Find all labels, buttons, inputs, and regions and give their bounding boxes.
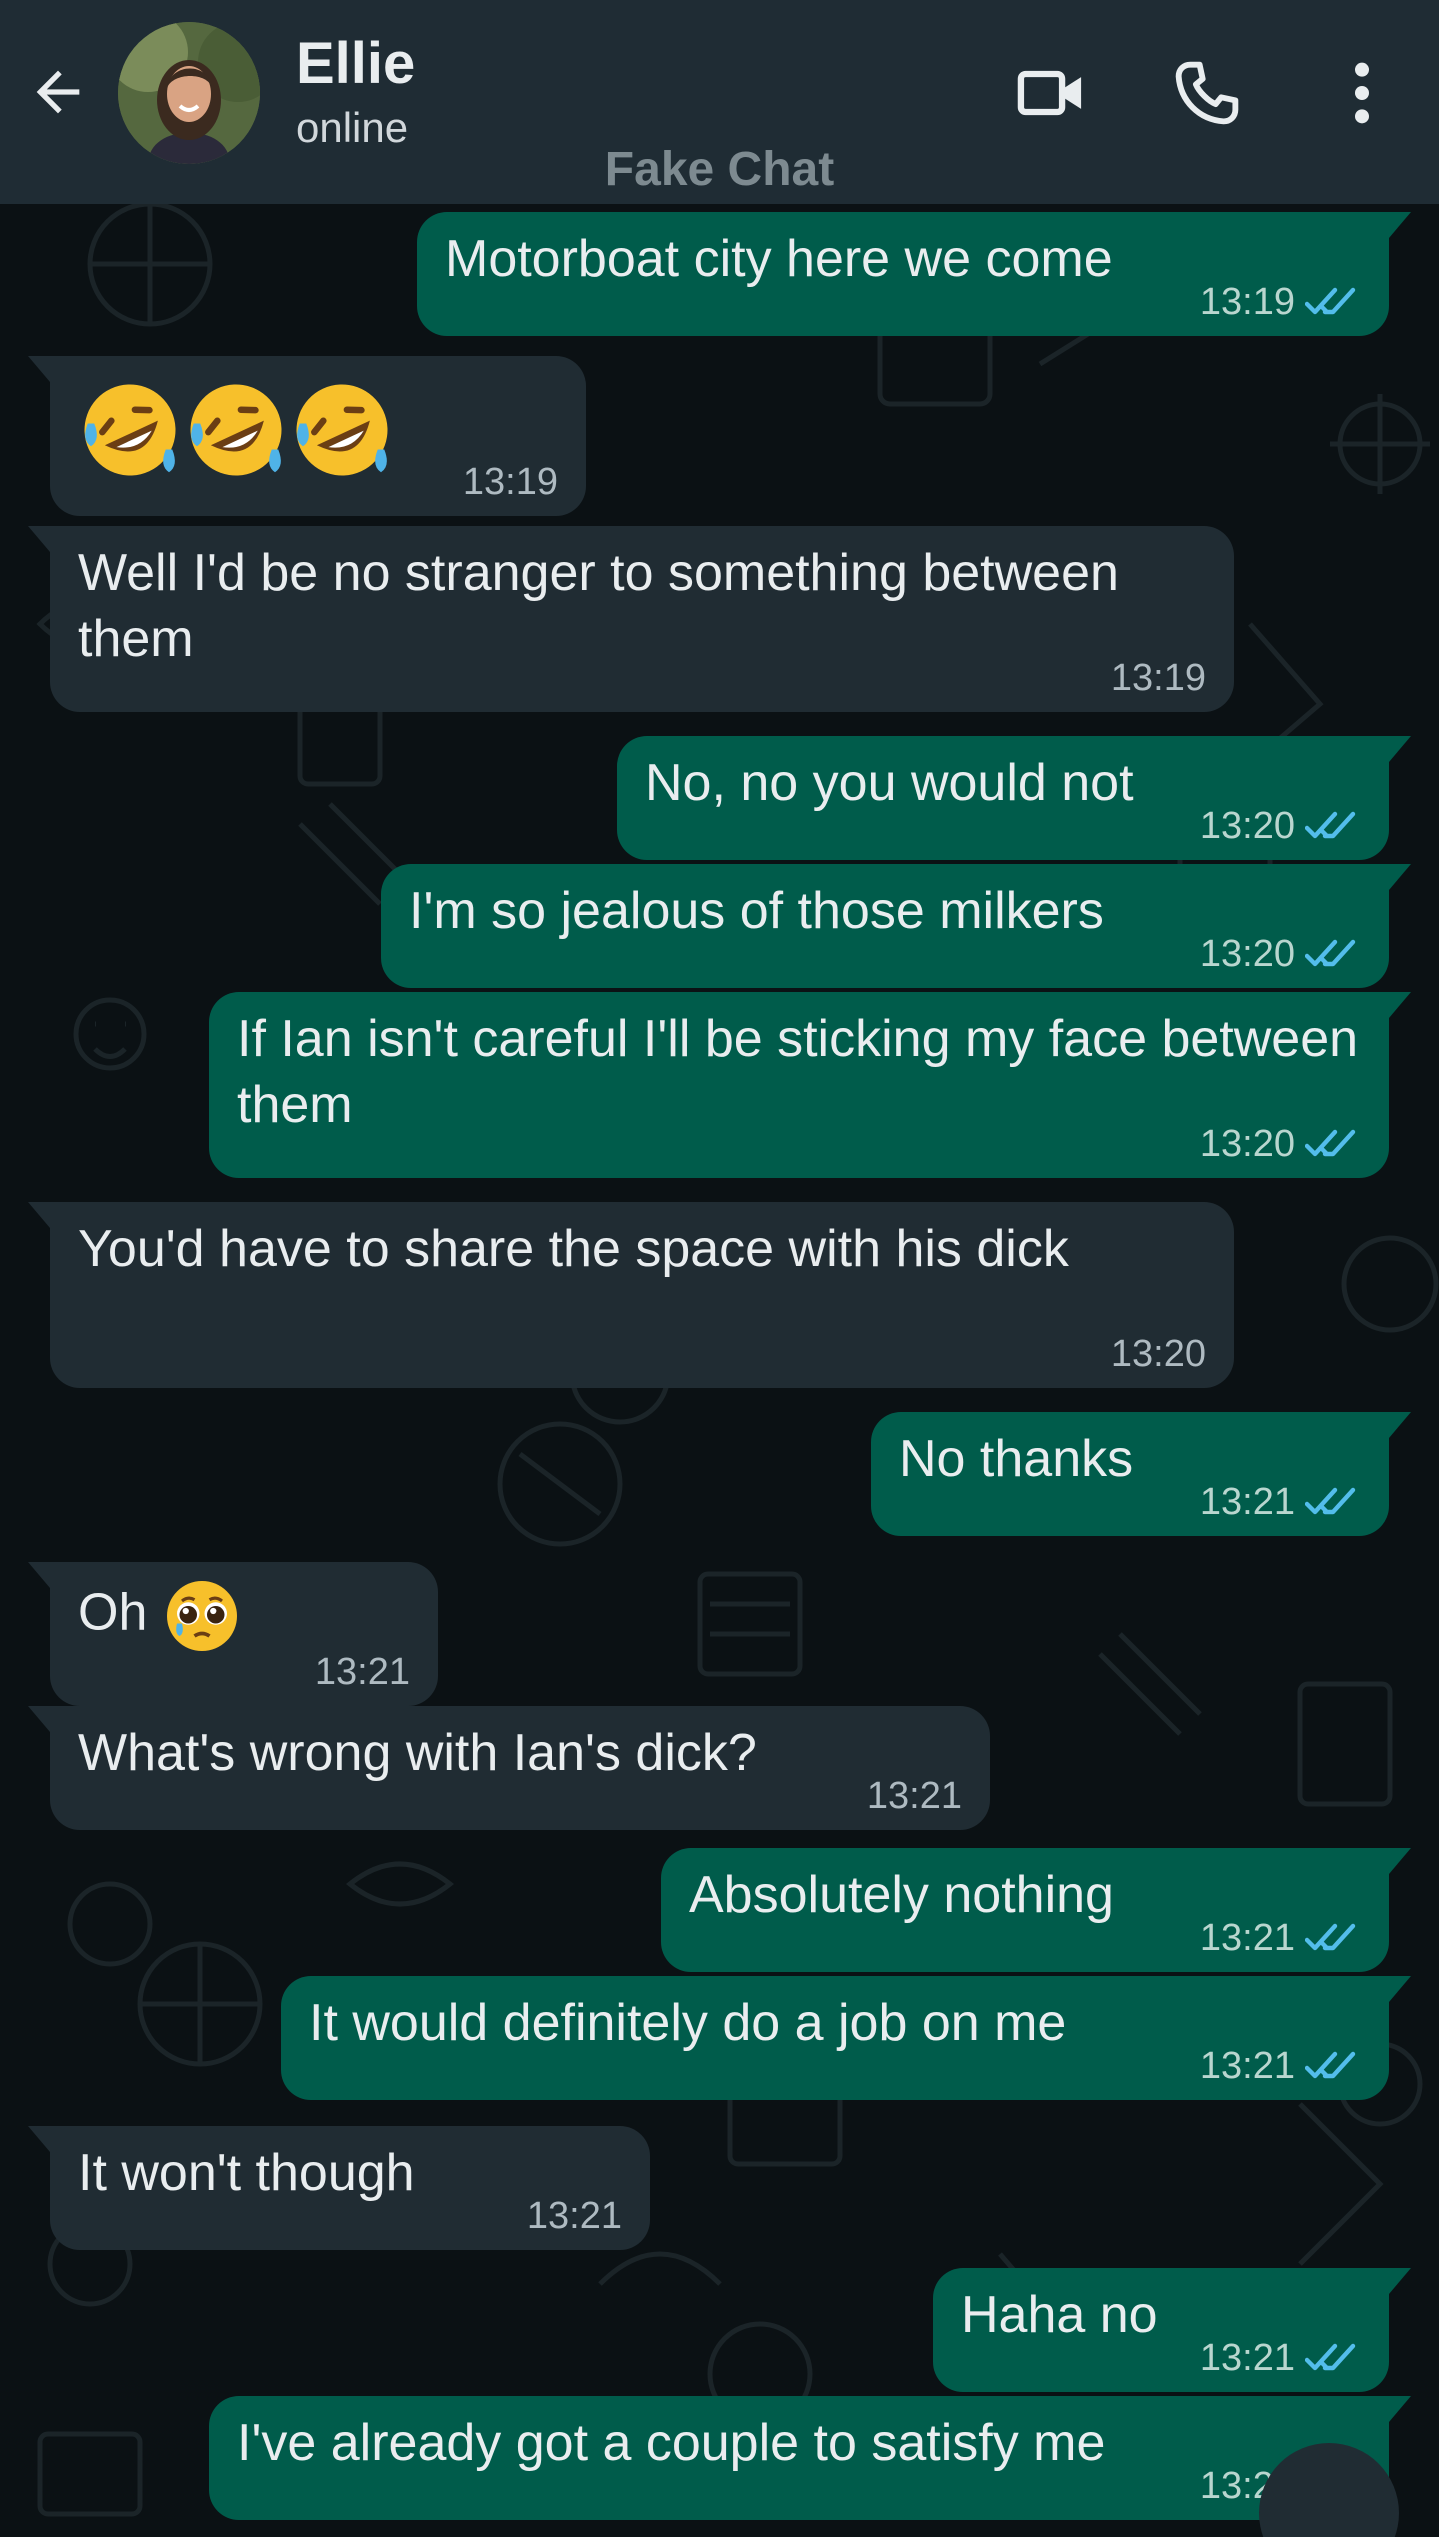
message-meta: 13:19 [463, 462, 558, 502]
message-text: I'm so jealous of those milkers [409, 882, 1104, 940]
message-meta: 13:21 [1200, 2046, 1361, 2086]
message-time: 13:21 [1199, 1917, 1295, 1959]
contact-status: online [296, 104, 409, 151]
message-time: 13:21 [526, 2195, 622, 2237]
message-time: 13:20 [1199, 1123, 1295, 1165]
back-arrow-icon [36, 70, 80, 114]
outgoing-message[interactable]: Haha no 13:21 [933, 2268, 1411, 2392]
message-text: Absolutely nothing [689, 1866, 1114, 1924]
message-text: I've already got a couple to satisfy me [237, 2414, 1106, 2472]
message-time: 13:19 [462, 461, 558, 503]
message-time: 13:21 [1199, 2045, 1295, 2087]
back-button[interactable] [22, 56, 94, 128]
pleading-face-emoji-icon [166, 1581, 237, 1651]
read-receipt-icon [1305, 1487, 1356, 1515]
outgoing-message[interactable]: It would definitely do a job on me 13:21 [281, 1976, 1411, 2100]
chat-screen: Ellie online Fake Chat Motorboat city he… [0, 0, 1439, 2537]
read-receipt [1305, 2340, 1361, 2376]
incoming-message[interactable]: It won't though 13:21 [28, 2126, 650, 2250]
read-receipt-icon [1305, 287, 1356, 315]
outgoing-message[interactable]: No thanks 13:21 [871, 1412, 1411, 1536]
message-meta: 13:20 [1200, 1124, 1361, 1164]
message-list[interactable]: Motorboat city here we come 13:19 13:19 Wel… [0, 204, 1439, 2537]
message-text: Haha no [961, 2286, 1158, 2344]
read-receipt [1305, 2048, 1361, 2084]
message-time: 13:21 [1199, 1481, 1295, 1523]
message-time: 13:20 [1199, 933, 1295, 975]
rolling-on-floor-laughing-emoji-icon [84, 384, 176, 476]
read-receipt-icon [1305, 2051, 1356, 2079]
message-meta: 13:21 [867, 1776, 962, 1816]
video-call-icon [1017, 70, 1082, 116]
message-meta: 13:20 [1200, 934, 1361, 974]
outgoing-message[interactable]: Motorboat city here we come 13:19 [417, 212, 1411, 336]
message-text: Oh [78, 1583, 148, 1642]
read-receipt-icon [1305, 1923, 1356, 1951]
message-text: No, no you would not [645, 754, 1134, 812]
chat-header: Ellie online Fake Chat [0, 0, 1439, 204]
message-meta: 13:21 [315, 1652, 410, 1692]
message-time: 13:20 [1199, 805, 1295, 847]
read-receipt [1305, 936, 1361, 972]
incoming-message[interactable]: Well I'd be no stranger to something bet… [28, 526, 1234, 712]
incoming-message[interactable]: What's wrong with Ian's dick? 13:21 [28, 1706, 990, 1830]
message-meta: 13:21 [1200, 1482, 1361, 1522]
avatar[interactable] [118, 22, 260, 164]
message-meta: 13:19 [1200, 282, 1361, 322]
read-receipt-icon [1305, 1129, 1356, 1157]
outgoing-message[interactable]: I'm so jealous of those milkers 13:20 [381, 864, 1411, 988]
more-options-button[interactable] [1320, 50, 1404, 136]
message-time: 13:19 [1110, 657, 1206, 699]
more-options-icon [1355, 62, 1369, 124]
rolling-on-floor-laughing-emoji-icon [296, 384, 388, 476]
message-time: 13:21 [866, 1775, 962, 1817]
read-receipt-icon [1305, 2343, 1356, 2371]
message-text: You'd have to share the space with his d… [78, 1220, 1069, 1278]
message-time: 13:21 [314, 1651, 410, 1693]
message-text: Well I'd be no stranger to something bet… [78, 544, 1134, 668]
message-meta: 13:21 [1200, 2338, 1361, 2378]
message-text: What's wrong with Ian's dick? [78, 1724, 757, 1782]
message-meta: 13:21 [527, 2196, 622, 2236]
read-receipt-icon [1305, 939, 1356, 967]
contact-name[interactable]: Ellie [296, 30, 415, 97]
message-time: 13:20 [1110, 1333, 1206, 1375]
outgoing-message[interactable]: If Ian isn't careful I'll be sticking my… [209, 992, 1411, 1178]
voice-call-icon [1175, 61, 1239, 125]
outgoing-message[interactable]: Absolutely nothing 13:21 [661, 1848, 1411, 1972]
outgoing-message[interactable]: I've already got a couple to satisfy me 1… [209, 2396, 1411, 2520]
rolling-on-floor-laughing-emoji-icon [190, 384, 282, 476]
message-meta: 13:20 [1111, 1334, 1206, 1374]
incoming-message[interactable]: Oh 13:21 [28, 1562, 438, 1706]
message-text: No thanks [899, 1430, 1134, 1488]
message-time: 13:21 [1199, 2337, 1295, 2379]
video-call-button[interactable] [1008, 50, 1094, 136]
outgoing-message[interactable]: No, no you would not 13:20 [617, 736, 1411, 860]
incoming-message[interactable]: 13:19 [28, 356, 586, 516]
message-text: It won't though [78, 2144, 415, 2202]
message-meta: 13:21 [1200, 1918, 1361, 1958]
read-receipt [1305, 284, 1361, 320]
voice-call-button[interactable] [1164, 50, 1250, 136]
avatar-image [118, 22, 260, 164]
read-receipt-icon [1305, 811, 1356, 839]
message-text: Motorboat city here we come [445, 230, 1113, 288]
read-receipt [1305, 1920, 1361, 1956]
read-receipt [1305, 808, 1361, 844]
message-meta: 13:20 [1200, 806, 1361, 846]
incoming-message[interactable]: You'd have to share the space with his d… [28, 1202, 1234, 1388]
message-meta: 13:19 [1111, 658, 1206, 698]
message-text: If Ian isn't careful I'll be sticking my… [237, 1010, 1373, 1134]
read-receipt [1305, 1484, 1361, 1520]
message-time: 13:19 [1199, 281, 1295, 323]
message-text: It would definitely do a job on me [309, 1994, 1067, 2052]
read-receipt [1305, 1126, 1361, 1162]
